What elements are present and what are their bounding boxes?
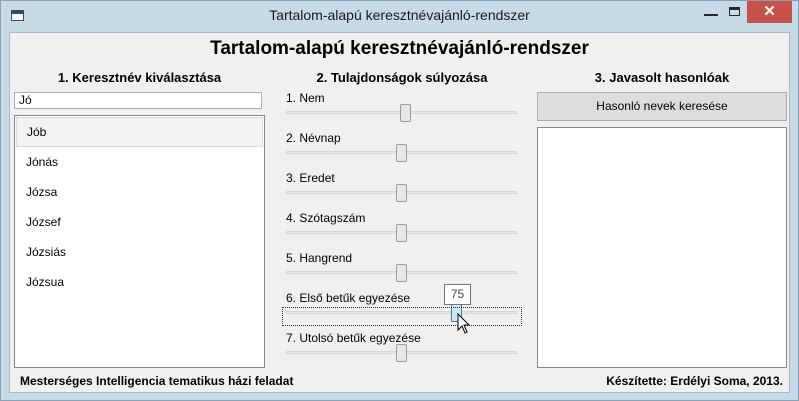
slider-thumb[interactable] bbox=[396, 224, 407, 242]
name-list-item[interactable]: József bbox=[16, 207, 263, 237]
name-list-item[interactable]: Józsa bbox=[16, 177, 263, 207]
slider-thumb[interactable] bbox=[396, 344, 407, 362]
name-list-item[interactable]: Jób bbox=[16, 117, 263, 147]
footer-author-text: Készítette: Erdélyi Soma, 2013. bbox=[606, 374, 783, 388]
page-title: Tartalom-alapú keresztnévajánló-rendszer bbox=[210, 38, 589, 59]
maximize-icon bbox=[729, 7, 740, 16]
mouse-cursor-icon bbox=[457, 313, 471, 334]
name-list-item[interactable]: Józsiás bbox=[16, 237, 263, 267]
results-list[interactable] bbox=[537, 127, 787, 368]
slider-label: 3. Eredet bbox=[286, 171, 335, 185]
footer-assignment-text: Mesterséges Intelligencia tematikus házi… bbox=[20, 374, 294, 388]
maximize-button[interactable] bbox=[724, 1, 746, 23]
slider-value-tooltip: 75 bbox=[444, 284, 471, 305]
name-search-input[interactable]: Jó bbox=[14, 92, 262, 109]
minimize-button[interactable] bbox=[698, 1, 724, 23]
slider-label: 5. Hangrend bbox=[286, 251, 353, 265]
main-panel: Tartalom-alapú keresztnévajánló-rendszer… bbox=[9, 32, 790, 393]
slider-label: 4. Szótagszám bbox=[286, 211, 366, 225]
name-list-item[interactable]: Jónás bbox=[16, 147, 263, 177]
close-icon: ✕ bbox=[763, 3, 776, 20]
slider-thumb[interactable] bbox=[396, 264, 407, 282]
slider-thumb[interactable] bbox=[400, 104, 411, 122]
slider-label: 2. Névnap bbox=[286, 131, 341, 145]
name-list-item[interactable]: Józsua bbox=[16, 267, 263, 297]
title-bar[interactable]: Tartalom-alapú keresztnévajánló-rendszer… bbox=[1, 1, 798, 31]
slider-label: 1. Nem bbox=[286, 91, 325, 105]
slider-thumb[interactable] bbox=[396, 184, 407, 202]
column-heading-name-select: 1. Keresztnév kiválasztása bbox=[57, 70, 222, 85]
window-title: Tartalom-alapú keresztnévajánló-rendszer bbox=[269, 7, 530, 23]
find-similar-button[interactable]: Hasonló nevek keresése bbox=[537, 92, 787, 121]
column-heading-results: 3. Javasolt hasonlóak bbox=[594, 70, 730, 85]
column-heading-weights: 2. Tulajdonságok súlyozása bbox=[316, 70, 488, 85]
slider-label: 7. Utolsó betűk egyezése bbox=[286, 331, 421, 345]
name-list[interactable]: Jób Jónás Józsa József Józsiás Józsua bbox=[14, 115, 265, 368]
close-button[interactable]: ✕ bbox=[747, 1, 792, 23]
minimize-icon bbox=[704, 14, 718, 16]
app-window: Tartalom-alapú keresztnévajánló-rendszer… bbox=[0, 0, 799, 401]
slider-focus-rect bbox=[282, 307, 522, 326]
slider-label: 6. Első betűk egyezése bbox=[286, 291, 411, 305]
slider-thumb[interactable] bbox=[396, 144, 407, 162]
